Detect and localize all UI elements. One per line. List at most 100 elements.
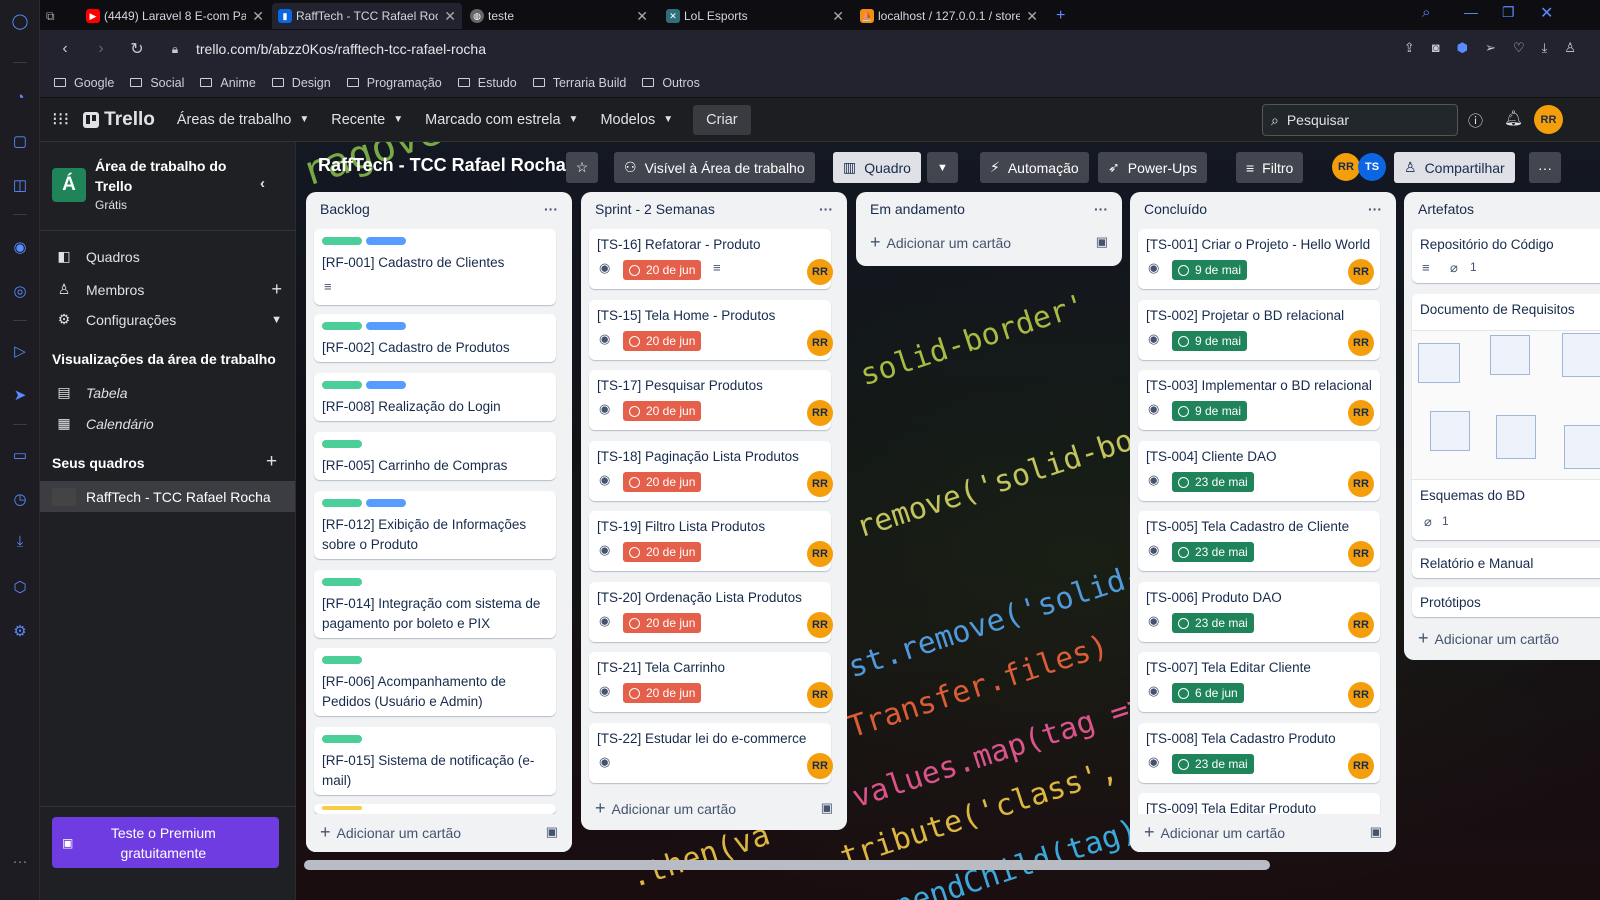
info-icon[interactable]: ⓘ [1468, 110, 1483, 131]
due-date-badge[interactable]: 20 de jun [623, 401, 702, 421]
member-avatar[interactable]: RR [1348, 753, 1374, 779]
messenger-icon[interactable]: ◉ [9, 236, 31, 258]
card[interactable]: [TS-22] Estudar lei do e-commerce ◉ RR [589, 723, 833, 783]
settings-icon[interactable]: ⚙ [9, 620, 31, 642]
search-input[interactable]: ⌕ Pesquisar [1262, 104, 1458, 136]
bookmark-terraria[interactable]: Terraria Build [532, 76, 626, 90]
url-field[interactable]: trello.com/b/abzz0Kos/rafftech-tcc-rafae… [196, 41, 486, 57]
member-avatar[interactable]: RR [807, 682, 833, 708]
card[interactable]: [RF-014] Integração com sistema de pagam… [314, 570, 556, 638]
bookmark-social[interactable]: Social [130, 76, 184, 90]
card[interactable]: [TS-21] Tela Carrinho ◉ 20 de jun RR [589, 652, 833, 712]
member-avatar-rr[interactable]: RR [1332, 153, 1360, 181]
member-avatar[interactable]: RR [807, 753, 833, 779]
add-member-icon[interactable]: + [271, 279, 282, 300]
create-button[interactable]: Criar [693, 104, 751, 135]
template-icon[interactable]: ▣ [1370, 824, 1382, 840]
bell-icon[interactable]: 🔔︎ [1504, 109, 1523, 127]
tab-teste[interactable]: ◍ teste ✕ [464, 3, 654, 29]
card[interactable]: Protótipos [1412, 587, 1600, 617]
member-avatar[interactable]: RR [807, 612, 833, 638]
list-menu-icon[interactable]: ··· [819, 201, 833, 217]
label-green[interactable] [322, 322, 362, 330]
close-icon[interactable]: ✕ [832, 8, 844, 25]
close-icon[interactable]: ✕ [636, 8, 648, 25]
tab-youtube[interactable]: ▶ (4449) Laravel 8 E-com Part ✕ [80, 3, 270, 29]
downloads-icon[interactable]: ⤓ [1542, 40, 1548, 56]
member-avatar[interactable]: RR [807, 471, 833, 497]
nav-recent[interactable]: Recente ▼ [331, 112, 403, 128]
download-icon[interactable]: ⤓ [9, 530, 31, 552]
vpn-icon[interactable]: ⬢ [1457, 40, 1468, 56]
member-avatar[interactable]: RR [1348, 400, 1374, 426]
visibility-button[interactable]: ⚇ Visível à Área de trabalho [614, 152, 815, 183]
opera-logo-icon[interactable]: ◯ [9, 10, 31, 32]
automation-button[interactable]: ⚡︎ Automação [980, 152, 1089, 183]
due-date-badge[interactable]: 9 de mai [1172, 401, 1248, 421]
due-date-badge[interactable]: 23 de mai [1172, 613, 1254, 633]
bookmark-design[interactable]: Design [271, 76, 331, 90]
member-avatar[interactable]: RR [807, 541, 833, 567]
send-page-icon[interactable]: ➢ [1485, 40, 1496, 56]
list-menu-icon[interactable]: ··· [1094, 201, 1108, 217]
due-date-badge[interactable]: 20 de jun [623, 542, 702, 562]
bookmark-programacao[interactable]: Programação [346, 76, 442, 90]
nav-templates[interactable]: Modelos ▼ [600, 112, 673, 128]
template-icon[interactable]: ▣ [821, 800, 833, 816]
card[interactable] [314, 804, 556, 814]
trello-logo[interactable]: Trello [83, 109, 155, 131]
close-icon[interactable]: ✕ [1026, 8, 1038, 25]
sidebar-view-calendar[interactable]: ▦ Calendário [56, 415, 153, 432]
minimize-icon[interactable]: — [1464, 4, 1478, 20]
card[interactable]: [TS-20] Ordenação Lista Produtos ◉ 20 de… [589, 582, 833, 642]
bookmark-anime[interactable]: Anime [200, 76, 256, 90]
sidebar-item-boards[interactable]: ◧ Quadros [56, 248, 139, 265]
add-card-button[interactable]: + Adicionar um cartão [870, 232, 1011, 253]
label-blue[interactable] [366, 322, 406, 330]
template-icon[interactable]: ▣ [1096, 234, 1108, 250]
card[interactable]: [TS-15] Tela Home - Produtos ◉ 20 de jun… [589, 300, 833, 360]
close-icon[interactable]: ✕ [252, 8, 264, 25]
premium-trial-button[interactable]: ▣ Teste o Premium gratuitamente [52, 817, 279, 868]
sidebar-item-settings[interactable]: ⚙ Configurações ▼ [56, 311, 282, 328]
powerups-button[interactable]: ➶ Power-Ups [1098, 152, 1207, 183]
label-green[interactable] [322, 656, 362, 664]
due-date-badge[interactable]: 23 de mai [1172, 754, 1254, 774]
profile-icon[interactable]: ♙ [1564, 40, 1576, 56]
label-blue[interactable] [366, 499, 406, 507]
member-avatar[interactable]: RR [1348, 259, 1374, 285]
close-icon[interactable]: ✕ [444, 8, 456, 25]
card[interactable]: [TS-003] Implementar o BD relacional ◉ 9… [1138, 370, 1380, 430]
card[interactable]: Repositório do Código ≡ ⌀ 1 [1412, 229, 1600, 283]
lock-icon[interactable]: 🔒︎ [164, 42, 186, 57]
add-card-button[interactable]: + Adicionar um cartão [320, 822, 461, 843]
restore-icon[interactable]: ❐ [1502, 4, 1515, 21]
twitch-icon[interactable]: ◫ [9, 174, 31, 196]
bookmark-estudo[interactable]: Estudo [457, 76, 517, 90]
card[interactable]: [RF-006] Acompanhamento de Pedidos (Usuá… [314, 648, 556, 716]
chat-icon[interactable]: ▭ [9, 444, 31, 466]
due-date-badge[interactable]: 20 de jun [623, 260, 702, 280]
card[interactable]: [RF-012] Exibição de Informações sobre o… [314, 491, 556, 559]
member-avatar[interactable]: RR [807, 400, 833, 426]
board-menu-button[interactable]: ··· [1529, 152, 1561, 183]
view-switcher-button[interactable]: ▼ [927, 152, 958, 183]
nav-starred[interactable]: Marcado com estrela ▼ [425, 112, 578, 128]
history-icon[interactable]: ◷ [9, 488, 31, 510]
label-green[interactable] [322, 578, 362, 586]
card[interactable]: [TS-16] Refatorar - Produto ◉ 20 de jun … [589, 229, 833, 289]
card[interactable]: [RF-002] Cadastro de Produtos [314, 314, 556, 362]
collapse-sidebar-icon[interactable]: ‹ [260, 175, 265, 192]
list-menu-icon[interactable]: ··· [544, 201, 558, 217]
nav-workspaces[interactable]: Áreas de trabalho ▼ [177, 112, 309, 128]
board-horizontal-scrollbar[interactable] [304, 860, 1270, 870]
member-avatar[interactable]: RR [1348, 682, 1374, 708]
card[interactable]: [TS-17] Pesquisar Produtos ◉ 20 de jun R… [589, 370, 833, 430]
card[interactable]: [TS-005] Tela Cadastro de Cliente ◉ 23 d… [1138, 511, 1380, 571]
card[interactable]: [TS-002] Projetar o BD relacional ◉ 9 de… [1138, 300, 1380, 360]
more-icon[interactable]: ··· [9, 850, 31, 872]
card[interactable]: [RF-008] Realização do Login [314, 373, 556, 421]
card[interactable]: Documento de Requisitos Esquemas do BD ⌀… [1412, 294, 1600, 540]
bag-icon[interactable]: ▢ [9, 130, 31, 152]
due-date-badge[interactable]: 20 de jun [623, 613, 702, 633]
